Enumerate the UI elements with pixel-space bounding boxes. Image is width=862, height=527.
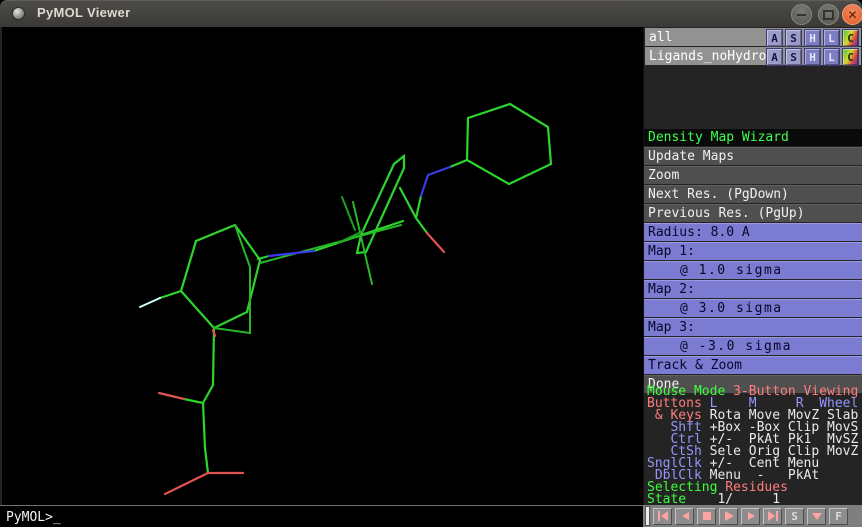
- wizard-item-map2-sigma[interactable]: @ 3.0 sigma: [644, 299, 862, 317]
- wizard-item-next-res[interactable]: Next Res. (PgDown): [644, 185, 862, 203]
- wizard-title: Density Map Wizard: [644, 129, 862, 146]
- command-cursor: _: [53, 510, 61, 525]
- step-forward-icon: [746, 511, 756, 521]
- command-line-input[interactable]: PyMOL>_: [0, 505, 643, 527]
- main-content: all A S H L C Ligands_noHydrog A S H L C: [0, 27, 862, 505]
- wizard-item-zoom[interactable]: Zoom: [644, 166, 862, 184]
- play-button[interactable]: [719, 508, 738, 525]
- object-name: all: [649, 30, 672, 45]
- command-prompt: PyMOL>: [6, 510, 53, 525]
- bottom-bar: PyMOL>_ S F: [0, 505, 862, 527]
- wizard-item-map3[interactable]: Map 3:: [644, 318, 862, 336]
- hide-button[interactable]: H: [804, 48, 821, 66]
- wizard-item-previous-res[interactable]: Previous Res. (PgUp): [644, 204, 862, 222]
- wizard-item-map1[interactable]: Map 1:: [644, 242, 862, 260]
- play-icon: [724, 511, 734, 521]
- menu-down-button[interactable]: [807, 508, 826, 525]
- chevron-down-icon: [811, 512, 823, 521]
- step-back-button[interactable]: [675, 508, 694, 525]
- density-map-wizard: Density Map Wizard Update Maps Zoom Next…: [644, 129, 862, 394]
- action-button[interactable]: A: [766, 29, 783, 47]
- app-icon: [13, 8, 24, 19]
- color-button[interactable]: C: [842, 29, 859, 47]
- label-button[interactable]: L: [823, 48, 840, 66]
- wizard-item-radius[interactable]: Radius: 8.0 A: [644, 223, 862, 241]
- object-row-all[interactable]: all A S H L C: [645, 28, 861, 46]
- wizard-item-update-maps[interactable]: Update Maps: [644, 147, 862, 165]
- movie-playback-bar: S F: [643, 505, 862, 527]
- step-back-icon: [680, 511, 690, 521]
- fullscreen-button[interactable]: F: [829, 508, 848, 525]
- minimize-icon: [797, 14, 806, 16]
- pymol-viewer-window: PyMOL Viewer ✕: [0, 0, 862, 527]
- color-button[interactable]: C: [842, 48, 859, 66]
- window-title: PyMOL Viewer: [37, 5, 130, 20]
- oxygen-bonds: [159, 233, 444, 494]
- skip-end-icon: [767, 511, 779, 521]
- show-button[interactable]: S: [785, 48, 802, 66]
- close-icon: ✕: [847, 9, 857, 21]
- object-name: Ligands_noHydrog: [649, 49, 774, 64]
- object-button-group: A S H L C: [766, 29, 859, 47]
- close-button[interactable]: ✕: [842, 4, 862, 25]
- object-button-group: A S H L C: [766, 48, 859, 66]
- mouse-mode-panel: Mouse Mode 3-Button Viewing Buttons L M …: [647, 386, 862, 506]
- wizard-item-map2[interactable]: Map 2:: [644, 280, 862, 298]
- wizard-item-track-zoom[interactable]: Track & Zoom: [644, 356, 862, 374]
- molecule-viewport[interactable]: [2, 27, 643, 505]
- label-button[interactable]: L: [823, 29, 840, 47]
- scene-button[interactable]: S: [785, 508, 804, 525]
- wizard-item-map1-sigma[interactable]: @ 1.0 sigma: [644, 261, 862, 279]
- skip-to-end-button[interactable]: [763, 508, 782, 525]
- hide-button[interactable]: H: [804, 29, 821, 47]
- skip-start-icon: [657, 511, 669, 521]
- stop-icon: [702, 511, 712, 521]
- skip-to-start-button[interactable]: [653, 508, 672, 525]
- step-forward-button[interactable]: [741, 508, 760, 525]
- minimize-button[interactable]: [791, 4, 812, 25]
- action-button[interactable]: A: [766, 48, 783, 66]
- stop-button[interactable]: [697, 508, 716, 525]
- object-row-ligands[interactable]: Ligands_noHydrog A S H L C: [645, 47, 861, 65]
- molecule-rendering: [2, 27, 643, 505]
- side-panel: all A S H L C Ligands_noHydrog A S H L C: [643, 27, 862, 505]
- wizard-item-map3-sigma[interactable]: @ -3.0 sigma: [644, 337, 862, 355]
- show-button[interactable]: S: [785, 29, 802, 47]
- maximize-icon: [823, 10, 834, 20]
- hydrogen-bond: [140, 298, 160, 307]
- title-bar[interactable]: PyMOL Viewer ✕: [0, 0, 862, 28]
- carbon-bonds: [160, 104, 551, 473]
- panel-resize-handle[interactable]: [645, 506, 650, 526]
- maximize-button[interactable]: [818, 4, 839, 25]
